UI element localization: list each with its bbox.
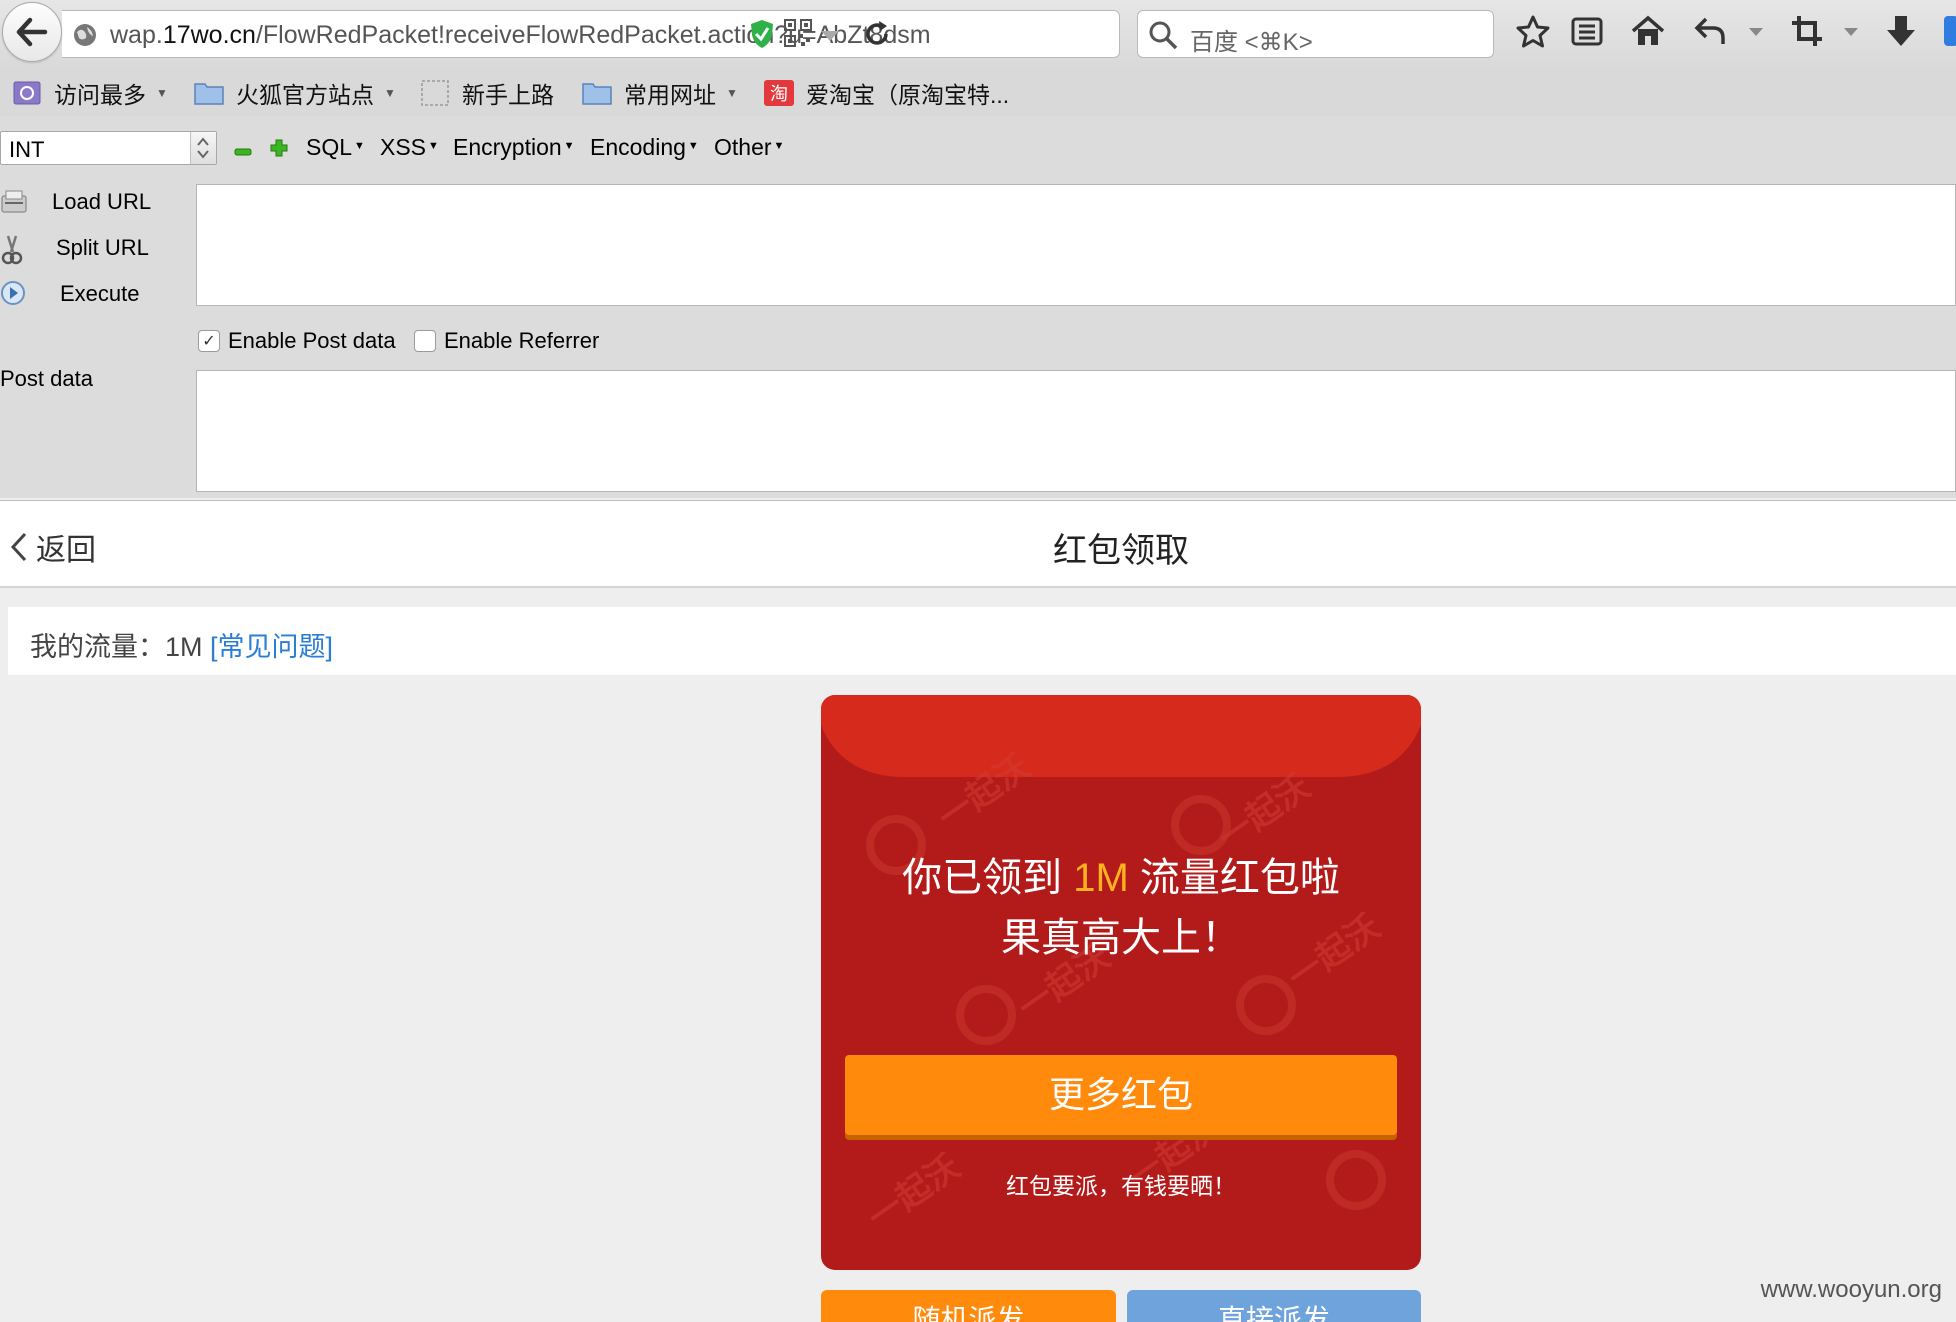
- spinner-icon[interactable]: [190, 132, 216, 164]
- packet-message: 你已领到 1M 流量红包啦: [902, 856, 1340, 900]
- packet-flap: [821, 695, 1421, 777]
- split-url-button[interactable]: Split URL: [0, 230, 190, 265]
- chevron-down-icon: ▼: [156, 86, 168, 100]
- url-bar[interactable]: wap.17wo.cn/FlowRedPacket!receiveFlowRed…: [62, 10, 1120, 58]
- back-button[interactable]: [2, 2, 62, 62]
- extension-icon[interactable]: [1944, 16, 1956, 51]
- watermark-logo-icon: [956, 985, 1016, 1045]
- search-icon: [1148, 20, 1178, 55]
- crop-icon[interactable]: [1790, 14, 1824, 53]
- star-icon[interactable]: [1515, 14, 1551, 55]
- crop-menu-icon[interactable]: [1843, 24, 1859, 42]
- qrcode-icon[interactable]: [784, 19, 812, 52]
- more-packets-button[interactable]: 更多红包: [845, 1055, 1397, 1135]
- bookmark-most-visited[interactable]: 访问最多 ▼: [12, 76, 168, 110]
- checkbox-unchecked-icon[interactable]: [414, 330, 436, 352]
- hackbar-panel: INT SQL ▼ XSS ▼ Encryption ▼ Encoding ▼ Othe…: [0, 116, 1956, 498]
- packet-message-line2: 果真高大上！: [1001, 916, 1241, 960]
- enable-referrer-checkbox[interactable]: Enable Referrer: [414, 326, 599, 356]
- folder-icon: [194, 83, 224, 105]
- load-url-button[interactable]: Load URL: [0, 184, 190, 218]
- menu-encoding[interactable]: Encoding ▼: [590, 134, 699, 161]
- int-select[interactable]: INT: [0, 131, 217, 165]
- plus-icon[interactable]: [270, 136, 288, 163]
- page-header: 返回 红包领取: [0, 500, 1956, 588]
- load-url-icon: [0, 188, 28, 224]
- most-visited-icon: [13, 81, 41, 105]
- reload-icon[interactable]: [862, 19, 892, 54]
- random-dispatch-button[interactable]: 随机派发: [821, 1290, 1116, 1322]
- site-watermark: www.wooyun.org: [1760, 1276, 1942, 1303]
- dropdown-arrow-icon[interactable]: [820, 29, 840, 47]
- folder-icon: [582, 83, 612, 105]
- execute-button[interactable]: Execute: [0, 276, 190, 310]
- undo-menu-icon[interactable]: [1748, 24, 1764, 42]
- shield-icon[interactable]: [750, 19, 774, 54]
- menu-sql[interactable]: SQL ▼: [306, 134, 365, 161]
- chevron-down-icon: ▼: [384, 86, 396, 100]
- packet-amount: 1M: [1073, 856, 1129, 900]
- globe-icon: [72, 22, 98, 53]
- search-bar[interactable]: 百度 <⌘K>: [1137, 10, 1494, 58]
- menu-other[interactable]: Other ▼: [714, 134, 784, 161]
- bookmark-common-sites[interactable]: 常用网址 ▼: [582, 76, 738, 110]
- arrow-left-icon: [16, 17, 48, 47]
- svg-text:淘: 淘: [770, 84, 788, 105]
- search-placeholder: 百度 <⌘K>: [1190, 29, 1313, 56]
- url-textarea[interactable]: [196, 184, 1956, 306]
- flow-value: 1M: [165, 632, 203, 662]
- watermark-logo-icon: [1236, 975, 1296, 1035]
- bookmark-firefox-official[interactable]: 火狐官方站点 ▼: [194, 76, 396, 110]
- post-data-label: Post data: [0, 366, 93, 391]
- minus-icon[interactable]: [234, 138, 252, 165]
- faq-link[interactable]: [常见问题]: [210, 632, 333, 662]
- checkbox-checked-icon[interactable]: ✓: [198, 330, 220, 352]
- menu-encryption[interactable]: Encryption ▼: [453, 134, 575, 161]
- browser-toolbar: wap.17wo.cn/FlowRedPacket!receiveFlowRed…: [0, 0, 1956, 70]
- post-data-textarea[interactable]: [196, 370, 1956, 492]
- flow-info-bar: 我的流量：1M [常见问题]: [8, 607, 1956, 675]
- bookmark-getting-started[interactable]: 新手上路: [420, 76, 554, 110]
- home-icon[interactable]: [1630, 14, 1666, 53]
- play-icon: [0, 280, 28, 314]
- scissors-icon: [0, 234, 24, 272]
- taobao-icon: 淘: [764, 80, 794, 106]
- bookmark-aitaobao[interactable]: 淘 爱淘宝（原淘宝特...: [764, 76, 1009, 110]
- packet-slogan: 红包要派，有钱要晒！: [1006, 1173, 1236, 1199]
- bookmarks-bar: 访问最多 ▼ 火狐官方站点 ▼ 新手上路 常用网址 ▼ 淘 爱淘宝（原淘宝特...: [0, 70, 1956, 116]
- undo-icon[interactable]: [1693, 14, 1727, 53]
- page-icon: [421, 80, 449, 106]
- chevron-down-icon: ▼: [726, 86, 738, 100]
- enable-post-checkbox[interactable]: ✓ Enable Post data: [198, 326, 396, 356]
- menu-xss[interactable]: XSS ▼: [380, 134, 439, 161]
- reading-list-icon[interactable]: [1570, 14, 1604, 53]
- download-icon[interactable]: [1884, 14, 1918, 55]
- direct-dispatch-button[interactable]: 直接派发: [1127, 1290, 1421, 1322]
- page-title: 红包领取: [1053, 532, 1189, 570]
- flow-info-text: 我的流量：1M [常见问题]: [30, 632, 334, 662]
- red-packet-card: 一起沃 一起沃 一起沃 一起沃 一起沃 一起沃 你已领到 1M 流量红包啦 果真…: [821, 695, 1421, 1270]
